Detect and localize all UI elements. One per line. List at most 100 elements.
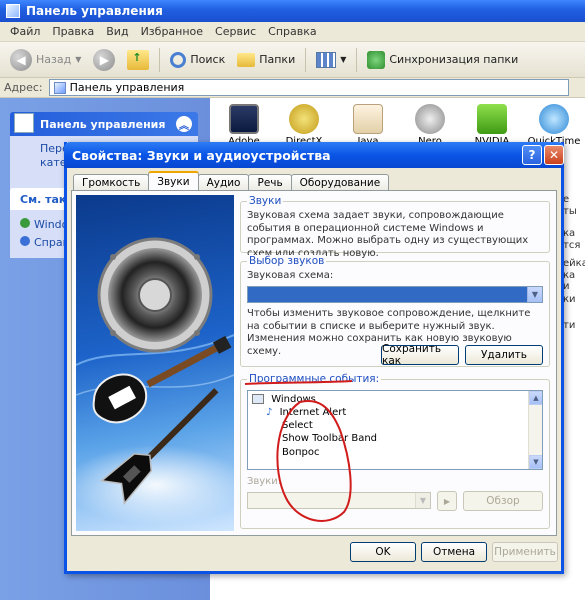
control-panel-icon xyxy=(53,81,66,94)
views-icon xyxy=(316,51,337,68)
sounds-group-label: Звуки xyxy=(247,195,284,207)
help-button[interactable]: ? xyxy=(522,145,542,165)
dialog-title: Свойства: Звуки и аудиоустройства xyxy=(72,147,331,163)
sound-properties-dialog: Свойства: Звуки и аудиоустройства ? ✕ Гр… xyxy=(64,142,564,574)
sounds-group: Звуки Звуковая схема задает звуки, сопро… xyxy=(240,195,550,259)
speaker-guitar-artwork xyxy=(76,195,234,531)
menu-edit[interactable]: Правка xyxy=(46,25,100,38)
explorer-titlebar: Панель управления xyxy=(0,0,585,22)
speaker-note-icon: ♪ xyxy=(266,407,273,418)
collapse-chevron-icon[interactable]: ︽ xyxy=(176,116,192,132)
tab-strip: Громкость Звуки Аудио Речь Оборудование xyxy=(73,171,390,190)
java-item[interactable]: Java xyxy=(336,104,400,147)
address-field[interactable]: Панель управления xyxy=(48,79,569,96)
right-strip-label: ки xyxy=(563,294,576,305)
back-button[interactable]: ◀ Назад ▼ xyxy=(6,46,85,74)
tab-volume[interactable]: Громкость xyxy=(73,174,150,190)
menu-help[interactable]: Справка xyxy=(262,25,322,38)
event-item[interactable]: Select xyxy=(282,420,313,431)
tree-node-windows[interactable]: Windows xyxy=(252,394,316,405)
quicktime-item[interactable]: QuickTime xyxy=(522,104,585,147)
event-item[interactable]: ♪ Internet Alert xyxy=(266,407,346,418)
control-panel-header[interactable]: Панель управления ︽ xyxy=(10,112,198,136)
event-label: Вопрос xyxy=(282,447,320,458)
control-panel-heading: Панель управления xyxy=(40,117,166,131)
events-group-label: Программные события: xyxy=(247,373,382,385)
views-button[interactable]: ▼ xyxy=(312,46,350,74)
menu-favorites[interactable]: Избранное xyxy=(135,25,209,38)
search-label: Поиск xyxy=(190,53,226,66)
forward-button[interactable]: ▶ xyxy=(89,46,119,74)
nero-item[interactable]: Nero xyxy=(398,104,462,147)
save-as-button[interactable]: Сохранить как xyxy=(381,343,459,367)
right-strip-label: ка и xyxy=(563,270,576,292)
right-strip-label: ка xyxy=(563,228,576,239)
ok-button[interactable]: OK xyxy=(350,542,416,562)
sound-scheme-value xyxy=(248,289,252,300)
scheme-group-label: Выбор звуков xyxy=(247,255,327,267)
nvidia-icon xyxy=(477,104,507,134)
adobe-item[interactable]: Adobe xyxy=(212,104,276,147)
cancel-button[interactable]: Отмена xyxy=(421,542,487,562)
event-label: Select xyxy=(282,420,313,431)
menu-view[interactable]: Вид xyxy=(100,25,134,38)
scroll-up-icon[interactable]: ▲ xyxy=(529,391,542,405)
up-button[interactable]: ↑ xyxy=(123,46,153,74)
windows-update-icon xyxy=(20,218,30,228)
address-value: Панель управления xyxy=(69,81,185,94)
chevron-down-icon[interactable]: ▼ xyxy=(527,287,542,302)
tab-audio[interactable]: Аудио xyxy=(197,174,250,190)
tab-sounds[interactable]: Звуки xyxy=(148,171,199,190)
menu-tools[interactable]: Сервис xyxy=(209,25,262,38)
sync-icon xyxy=(367,50,386,69)
event-item[interactable]: Show Toolbar Band xyxy=(282,433,377,444)
address-label: Адрес: xyxy=(4,81,43,94)
right-strip-label: ти xyxy=(563,320,576,331)
event-label: Show Toolbar Band xyxy=(282,433,378,444)
forward-arrow-icon: ▶ xyxy=(93,48,116,71)
menu-file[interactable]: Файл xyxy=(4,25,46,38)
events-group: Программные события: Windows ♪ Internet … xyxy=(240,373,550,529)
program-events-list[interactable]: Windows ♪ Internet Alert Select Show Too… xyxy=(247,390,543,470)
event-label: Internet Alert xyxy=(279,407,347,418)
delete-button[interactable]: Удалить xyxy=(465,345,543,365)
directx-item[interactable]: DirectX xyxy=(272,104,336,147)
browse-button[interactable]: Обзор xyxy=(463,491,543,511)
close-button[interactable]: ✕ xyxy=(544,145,564,165)
search-icon xyxy=(170,51,187,68)
explorer-toolbar: ◀ Назад ▼ ▶ ↑ Поиск Папки ▼ Синхронизаци… xyxy=(0,42,585,78)
sync-button[interactable]: Синхронизация папки xyxy=(363,46,522,74)
event-item[interactable]: Вопрос xyxy=(282,447,319,458)
event-label: Windows xyxy=(271,394,316,405)
directx-icon xyxy=(289,104,319,134)
toolbar-separator xyxy=(356,47,358,72)
artwork-svg xyxy=(76,237,234,525)
folders-label: Папки xyxy=(259,53,296,66)
back-label: Назад xyxy=(36,53,72,66)
folders-icon xyxy=(237,52,256,67)
play-button[interactable]: ▶ xyxy=(437,491,457,511)
search-button[interactable]: Поиск xyxy=(166,46,229,74)
help-icon xyxy=(20,236,30,246)
apply-button[interactable]: Применить xyxy=(492,542,558,562)
sound-file-select[interactable]: ▼ xyxy=(247,492,431,509)
java-icon xyxy=(353,104,383,134)
tab-hardware[interactable]: Оборудование xyxy=(290,174,390,190)
events-scrollbar[interactable]: ▲ ▼ xyxy=(528,391,542,469)
monitor-icon xyxy=(229,104,259,134)
sound-scheme-select[interactable]: ▼ xyxy=(247,286,543,303)
right-strip-label: тся xyxy=(563,240,581,251)
windows-folder-icon xyxy=(252,394,264,404)
control-panel-icon xyxy=(6,4,20,18)
folders-button[interactable]: Папки xyxy=(233,46,299,74)
tab-voice[interactable]: Речь xyxy=(248,174,292,190)
scroll-down-icon[interactable]: ▼ xyxy=(529,455,542,469)
views-dropdown-icon: ▼ xyxy=(340,55,347,64)
play-icon: ▶ xyxy=(443,496,451,506)
control-panel-icon xyxy=(14,113,34,133)
chevron-down-icon[interactable]: ▼ xyxy=(415,493,430,508)
scheme-label: Звуковая схема: xyxy=(247,270,334,281)
sounds-tab-panel: Звуки Звуковая схема задает звуки, сопро… xyxy=(71,190,557,536)
folder-up-icon: ↑ xyxy=(127,49,150,70)
sounds-field-label: Звуки: xyxy=(247,476,282,487)
